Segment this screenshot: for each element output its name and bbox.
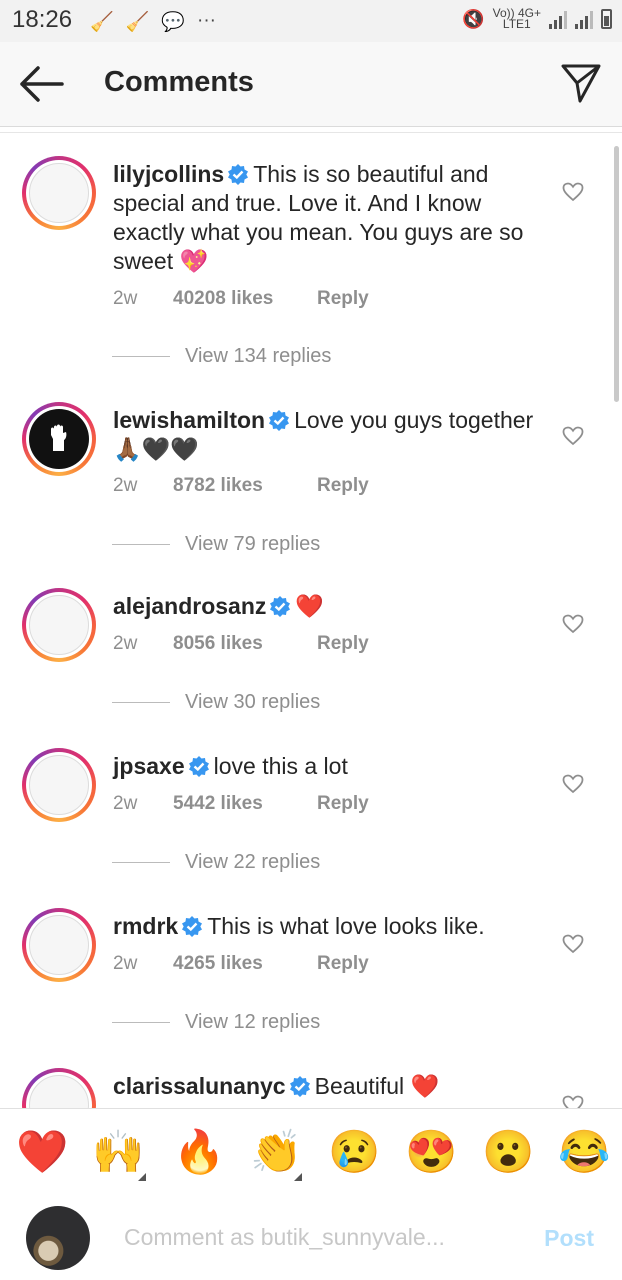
heart-eyes-emoji-button[interactable]: 😍 — [405, 1129, 457, 1175]
skin-tone-indicator-icon — [294, 1173, 302, 1181]
comment-time: 2w — [113, 793, 138, 814]
like-heart-icon[interactable] — [562, 426, 584, 446]
avatar[interactable] — [22, 156, 96, 230]
cleaner-icon: 🧹 — [90, 12, 114, 33]
reply-button[interactable]: Reply — [317, 288, 369, 310]
page-title: Comments — [104, 66, 254, 98]
avatar[interactable] — [22, 748, 96, 822]
battery-icon — [601, 9, 612, 29]
clapping-hands-emoji-button[interactable]: 👏 — [250, 1129, 302, 1175]
likes-count[interactable]: 8056 likes — [173, 633, 317, 655]
likes-count[interactable]: 4265 likes — [173, 953, 317, 975]
raising-hands-emoji-button[interactable]: 🙌 — [92, 1129, 144, 1175]
comment-emoji: ❤️ — [410, 1073, 440, 1099]
comment-emoji: 🙏🏾🖤🖤 — [113, 436, 199, 462]
comment-username[interactable]: alejandrosanz — [113, 593, 266, 619]
comment-input[interactable]: Comment as butik_sunnyvale... — [124, 1224, 445, 1251]
tears-of-joy-emoji-button[interactable]: 😂 — [558, 1129, 610, 1175]
comment-username[interactable]: lilyjcollins — [113, 161, 224, 187]
like-heart-icon[interactable] — [562, 934, 584, 954]
comment-username[interactable]: jpsaxe — [113, 753, 185, 779]
back-arrow-icon[interactable] — [18, 64, 64, 109]
comment-username[interactable]: clarissalunanyc — [113, 1073, 286, 1099]
likes-count[interactable]: 40208 likes — [173, 288, 317, 310]
like-heart-icon[interactable] — [562, 774, 584, 794]
comment-list[interactable]: lilyjcollins This is so beautiful and spe… — [0, 136, 622, 1108]
reply-button[interactable]: Reply — [317, 633, 369, 655]
signal-icon — [549, 9, 567, 29]
avatar[interactable] — [22, 908, 96, 982]
status-time: 18:26 — [12, 6, 73, 33]
signal-icon — [575, 9, 593, 29]
verified-badge-icon — [269, 410, 290, 431]
verified-badge-icon — [188, 756, 209, 777]
direct-send-icon[interactable] — [560, 62, 602, 109]
comment-composer: Comment as butik_sunnyvale... Post — [0, 1195, 622, 1280]
verified-badge-icon — [270, 596, 291, 617]
avatar[interactable] — [22, 588, 96, 662]
status-bar: 18:26 🧹 🧹 💬 ··· 🔇 Vo)) 4G+ LTE1 — [0, 0, 622, 42]
comment-text: Love you guys together — [294, 407, 534, 433]
verified-badge-icon — [289, 1076, 310, 1097]
comment-emoji: ❤️ — [295, 593, 325, 619]
mute-icon: 🔇 — [462, 8, 485, 29]
view-replies-button[interactable]: View 22 replies — [112, 851, 320, 874]
view-replies-button[interactable]: View 134 replies — [112, 345, 331, 368]
like-heart-icon[interactable] — [562, 182, 584, 202]
comments-header: Comments — [0, 42, 622, 127]
scrollbar[interactable] — [614, 146, 619, 402]
view-replies-button[interactable]: View 30 replies — [112, 691, 320, 714]
comment-text: love this a lot — [213, 753, 348, 779]
comment-time: 2w — [113, 633, 138, 654]
avatar[interactable] — [22, 1068, 96, 1108]
message-icon: 💬 — [161, 12, 186, 33]
like-heart-icon[interactable] — [562, 1095, 584, 1108]
comment-time: 2w — [113, 288, 138, 309]
more-notifications-icon: ··· — [197, 10, 216, 31]
comment-text: This is what love looks like. — [207, 913, 485, 939]
skin-tone-indicator-icon — [138, 1173, 146, 1181]
current-user-avatar — [26, 1206, 90, 1270]
comment-emoji: 💖 — [179, 248, 209, 274]
verified-badge-icon — [182, 916, 203, 937]
quick-reaction-bar: ❤️ 🙌 🔥 👏 😢 😍 😮 😂 — [0, 1108, 622, 1196]
raised-fist-icon — [51, 424, 67, 451]
like-heart-icon[interactable] — [562, 614, 584, 634]
comment-time: 2w — [113, 953, 138, 974]
likes-count[interactable]: 8782 likes — [173, 475, 317, 497]
comment-text: Beautiful — [314, 1073, 405, 1099]
view-replies-button[interactable]: View 12 replies — [112, 1011, 320, 1034]
post-button[interactable]: Post — [544, 1225, 594, 1252]
comment-time: 2w — [113, 475, 138, 496]
cleaner-icon: 🧹 — [125, 12, 150, 33]
lte-label: LTE1 — [502, 17, 531, 31]
crying-face-emoji-button[interactable]: 😢 — [328, 1129, 380, 1175]
avatar[interactable] — [22, 402, 96, 476]
verified-badge-icon — [228, 164, 249, 185]
comment-username[interactable]: rmdrk — [113, 913, 178, 939]
fire-emoji-button[interactable]: 🔥 — [173, 1129, 225, 1175]
likes-count[interactable]: 5442 likes — [173, 793, 317, 815]
reply-button[interactable]: Reply — [317, 475, 369, 497]
view-replies-button[interactable]: View 79 replies — [112, 533, 320, 556]
reply-button[interactable]: Reply — [317, 953, 369, 975]
red-heart-emoji-button[interactable]: ❤️ — [16, 1129, 68, 1175]
comment-username[interactable]: lewishamilton — [113, 407, 265, 433]
reply-button[interactable]: Reply — [317, 793, 369, 815]
surprised-face-emoji-button[interactable]: 😮 — [482, 1129, 534, 1175]
